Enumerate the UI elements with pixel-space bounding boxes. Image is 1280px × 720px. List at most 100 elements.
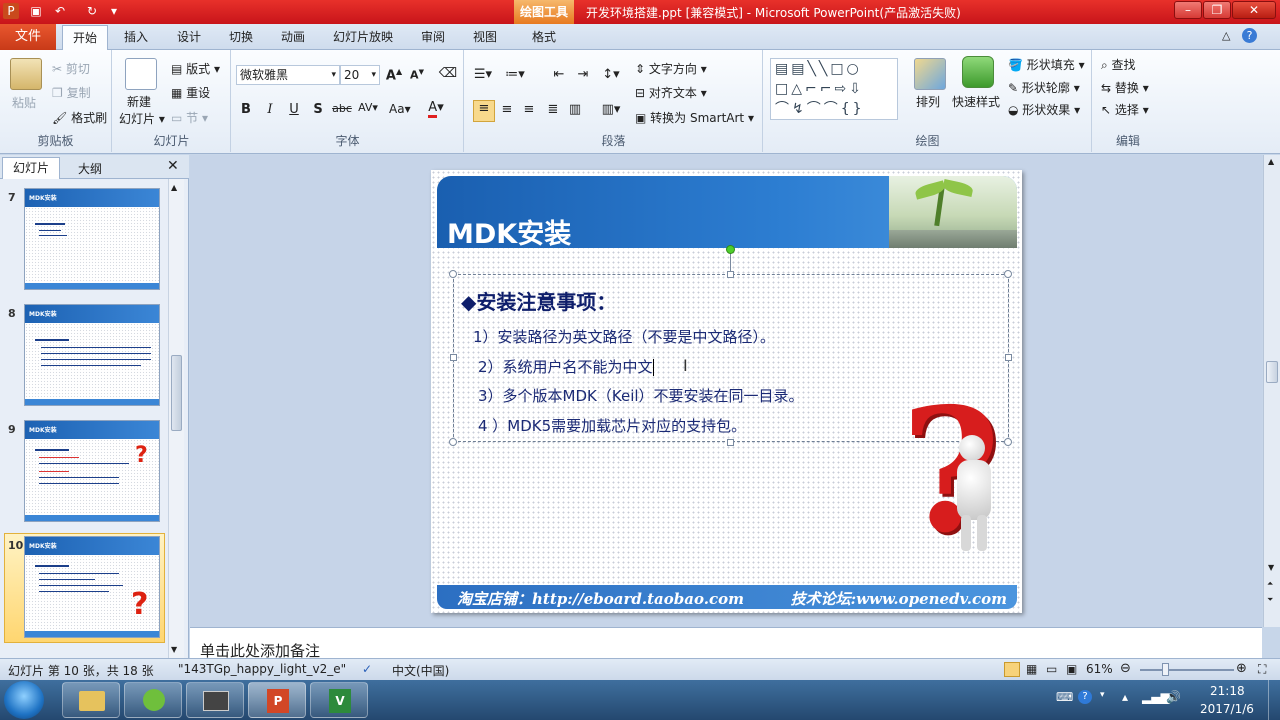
slide-thumbnail-8[interactable]: MDK安装 [24,304,160,406]
bullets-button[interactable]: ☰▾ [473,67,493,82]
resize-handle[interactable] [727,271,734,278]
shapes-gallery[interactable]: ▤▤╲╲□○ □△⌐⌐⇨⇩ ⌒↯⌒⌒{} [770,58,898,120]
shape-fill-button[interactable]: 🪣 形状填充 ▾ [1008,56,1085,73]
scroll-up-icon[interactable]: ▲ [1268,157,1274,166]
minimize-ribbon-icon[interactable]: △ [1222,29,1230,42]
normal-view-icon[interactable] [1004,662,1020,677]
tray-keyboard-icon[interactable]: ⌨ [1056,690,1073,704]
scroll-up-icon[interactable]: ▲ [171,183,177,192]
shadow-button[interactable]: S [308,102,328,117]
tab-transitions[interactable]: 切换 [229,28,253,45]
panel-scrollbar[interactable]: ▲ ▼ [168,179,184,658]
zoom-slider-thumb[interactable] [1162,663,1169,676]
slideshow-icon[interactable]: ▣ [1066,662,1077,676]
columns-button[interactable]: ▥▾ [601,102,621,117]
find-button[interactable]: ⌕ 查找 [1101,56,1136,73]
notes-pane[interactable]: 单击此处添加备注 [190,627,1262,660]
save-icon[interactable]: ▣ [28,3,44,19]
taskbar-powerpoint-icon[interactable]: P [248,682,306,718]
cut-button[interactable]: ✂ 剪切 [52,60,90,77]
close-button[interactable]: ✕ [1232,1,1276,19]
italic-button[interactable]: I [260,102,280,117]
distributed-button[interactable]: ▥ [565,102,585,117]
tray-expand-icon[interactable]: ▴ [1122,690,1128,704]
resize-handle[interactable] [450,354,457,361]
decrease-indent-button[interactable]: ⇤ [549,67,569,82]
justify-button[interactable]: ≣ [543,102,563,117]
theme-status[interactable]: "143TGp_happy_light_v2_e" [178,662,346,676]
font-name-combo[interactable]: 微软雅黑 ▾ [236,65,340,85]
tab-format[interactable]: 格式 [532,28,556,45]
new-slide-button[interactable]: 新建 [127,93,151,110]
resize-handle[interactable] [449,438,457,446]
align-center-button[interactable]: ≡ [497,102,517,117]
tab-review[interactable]: 审阅 [421,28,445,45]
tab-animations[interactable]: 动画 [281,28,305,45]
help-icon[interactable]: ? [1242,28,1257,43]
tab-home[interactable]: 开始 [62,25,108,51]
copy-button[interactable]: ❐ 复制 [52,84,91,101]
zoom-in-icon[interactable]: ⊕ [1236,661,1247,676]
undo-icon[interactable]: ↶ [52,3,68,19]
convert-smartart-button[interactable]: ▣ 转换为 SmartArt ▾ [635,109,754,126]
scroll-down-icon[interactable]: ▼ [1268,563,1274,572]
taskbar-app-icon[interactable] [124,682,182,718]
resize-handle[interactable] [1005,354,1012,361]
powerpoint-app-icon[interactable]: P [3,3,19,19]
align-left-button[interactable]: ≡ [473,100,495,122]
strikethrough-button[interactable]: abc [332,102,352,115]
zoom-level[interactable]: 61% [1086,662,1113,676]
slide-canvas[interactable]: MDK安装 ◆安装注意事项： 1）安装路径为英文路径（不要是中文路径）。 2）系… [431,170,1022,613]
taskbar-keil-icon[interactable]: V [310,682,368,718]
main-scroll-thumb[interactable] [1266,361,1278,383]
font-size-combo[interactable]: 20 ▾ [340,65,380,85]
arrange-button[interactable]: 排列 [916,93,940,110]
paste-icon[interactable] [10,58,42,90]
new-slide-dropdown[interactable]: 幻灯片 ▾ [119,110,165,127]
restore-button[interactable]: ❐ [1203,1,1231,19]
increase-indent-button[interactable]: ⇥ [573,67,593,82]
text-direction-button[interactable]: ⇕ 文字方向 ▾ [635,60,707,77]
reset-button[interactable]: ▦ 重设 [171,84,210,101]
tab-insert[interactable]: 插入 [124,28,148,45]
new-slide-icon[interactable] [125,58,157,90]
slide-thumbnail-10[interactable]: MDK安装 ? [24,536,160,638]
fit-to-window-icon[interactable]: ⛶ [1258,662,1266,677]
tab-slideshow[interactable]: 幻灯片放映 [333,28,393,45]
language-status[interactable]: 中文(中国) [392,662,449,679]
slide-sorter-icon[interactable]: ▦ [1026,662,1037,676]
close-panel-icon[interactable]: ✕ [167,158,179,174]
slide-thumbnail-9[interactable]: MDK安装 ? [24,420,160,522]
slide-title[interactable]: MDK安装 [447,212,571,251]
redo-icon[interactable]: ↻ [84,3,100,19]
bullet-item-1[interactable]: 1）安装路径为英文路径（不要是中文路径）。 [473,326,775,347]
zoom-slider-track[interactable] [1140,669,1234,671]
align-right-button[interactable]: ≡ [519,102,539,117]
start-button[interactable] [4,681,44,719]
next-slide-icon[interactable]: ⏷ [1267,595,1273,605]
tab-slides[interactable]: 幻灯片 [2,157,60,179]
underline-button[interactable]: U [284,102,304,117]
align-text-button[interactable]: ⊟ 对齐文本 ▾ [635,84,707,101]
char-spacing-button[interactable]: AV▾ [358,101,378,114]
zoom-out-icon[interactable]: ⊖ [1120,661,1131,676]
resize-handle[interactable] [449,270,457,278]
reading-view-icon[interactable]: ▭ [1046,662,1057,676]
shape-effects-button[interactable]: ◒ 形状效果 ▾ [1008,101,1080,118]
arrange-icon[interactable] [914,58,946,90]
tray-help-icon[interactable]: ? [1078,690,1092,704]
previous-slide-icon[interactable]: ⏶ [1267,579,1273,589]
font-color-button[interactable]: A▾ [426,100,446,118]
format-painter-button[interactable]: 🖌 格式刷 [52,109,107,126]
bullet-item-4[interactable]: 4 ）MDK5需要加载芯片对应的支持包。 [478,415,746,436]
tab-file[interactable]: 文件 [0,24,56,50]
panel-scroll-thumb[interactable] [171,355,182,431]
bullet-heading[interactable]: ◆安装注意事项： [461,286,616,315]
numbering-button[interactable]: ≔▾ [505,67,525,82]
replace-button[interactable]: ⇆ 替换 ▾ [1101,79,1149,96]
quick-styles-button[interactable]: 快速样式 [952,93,1000,110]
quick-styles-icon[interactable] [962,56,994,88]
tray-date[interactable]: 2017/1/6 [1200,702,1254,716]
bullet-item-2[interactable]: 2）系统用户名不能为中文 [478,356,654,377]
shape-outline-button[interactable]: ✎ 形状轮廓 ▾ [1008,79,1080,96]
